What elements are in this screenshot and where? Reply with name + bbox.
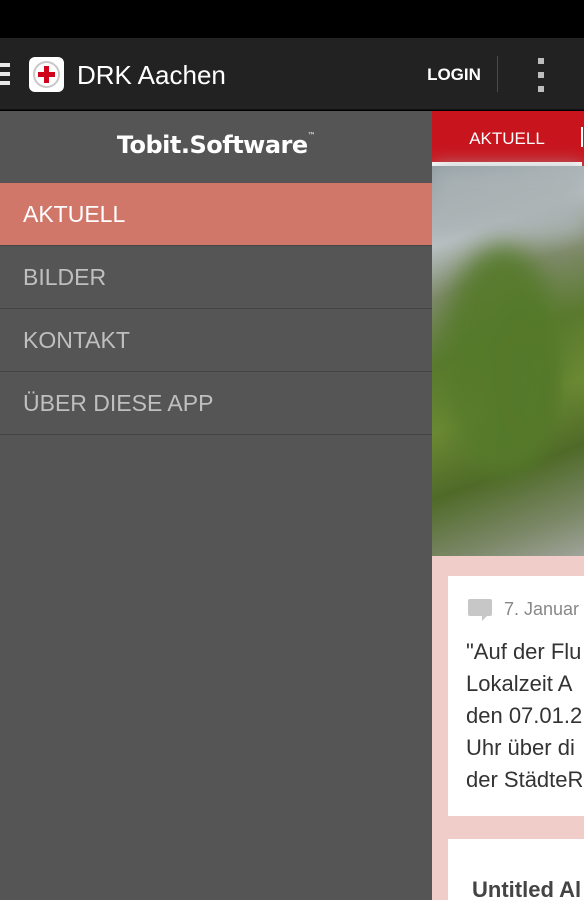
- drawer-item-label: BILDER: [23, 264, 107, 290]
- app-title: DRK Aachen: [77, 60, 226, 90]
- drawer-item-label: ÜBER DIESE APP: [23, 390, 214, 416]
- card-text-line: der StädteR: [466, 767, 584, 792]
- action-bar: DRK Aachen LOGIN: [0, 38, 584, 110]
- tab-bar: AKTUELL: [432, 111, 584, 166]
- drawer-item-bilder[interactable]: BILDER: [0, 246, 432, 309]
- navigation-drawer: Tobit.Software™ AKTUELL BILDER KONTAKT Ü…: [0, 111, 432, 900]
- card-date: 7. Januar: [504, 599, 580, 619]
- drawer-item-label: AKTUELL: [23, 201, 126, 227]
- drawer-item-ueber-diese-app[interactable]: ÜBER DIESE APP: [0, 372, 432, 435]
- overflow-menu-icon[interactable]: [524, 56, 558, 94]
- comment-icon: [468, 599, 492, 621]
- login-button[interactable]: LOGIN: [412, 56, 496, 94]
- content-area: AKTUELL 7. Januar "Auf der Flu Lokalzeit…: [432, 111, 584, 900]
- drawer-item-label: KONTAKT: [23, 327, 130, 353]
- tab-aktuell[interactable]: AKTUELL: [432, 111, 582, 166]
- album-card[interactable]: Untitled Al: [448, 839, 584, 900]
- action-bar-divider: [497, 56, 498, 92]
- card-text: "Auf der Flu Lokalzeit A den 07.01.2 Uhr…: [466, 636, 584, 796]
- tab-separator: [581, 127, 583, 147]
- card-text-line: "Auf der Flu: [466, 639, 582, 664]
- tab-label: AKTUELL: [469, 129, 545, 148]
- card-text-line: Lokalzeit A: [466, 671, 573, 696]
- drawer-item-aktuell[interactable]: AKTUELL: [0, 183, 432, 246]
- card-text-line: den 07.01.2: [466, 703, 583, 728]
- drawer-header: Tobit.Software™: [0, 111, 432, 183]
- card-text-line: Uhr über di: [466, 735, 575, 760]
- drk-logo-icon[interactable]: [29, 57, 64, 92]
- tobit-software-logo: Tobit.Software™: [116, 131, 316, 159]
- drawer-item-kontakt[interactable]: KONTAKT: [0, 309, 432, 372]
- hero-image[interactable]: [432, 166, 584, 556]
- status-bar: [0, 0, 584, 38]
- menu-icon[interactable]: [0, 63, 10, 87]
- news-card[interactable]: 7. Januar "Auf der Flu Lokalzeit A den 0…: [448, 576, 584, 816]
- card-title: Untitled Al: [472, 877, 582, 900]
